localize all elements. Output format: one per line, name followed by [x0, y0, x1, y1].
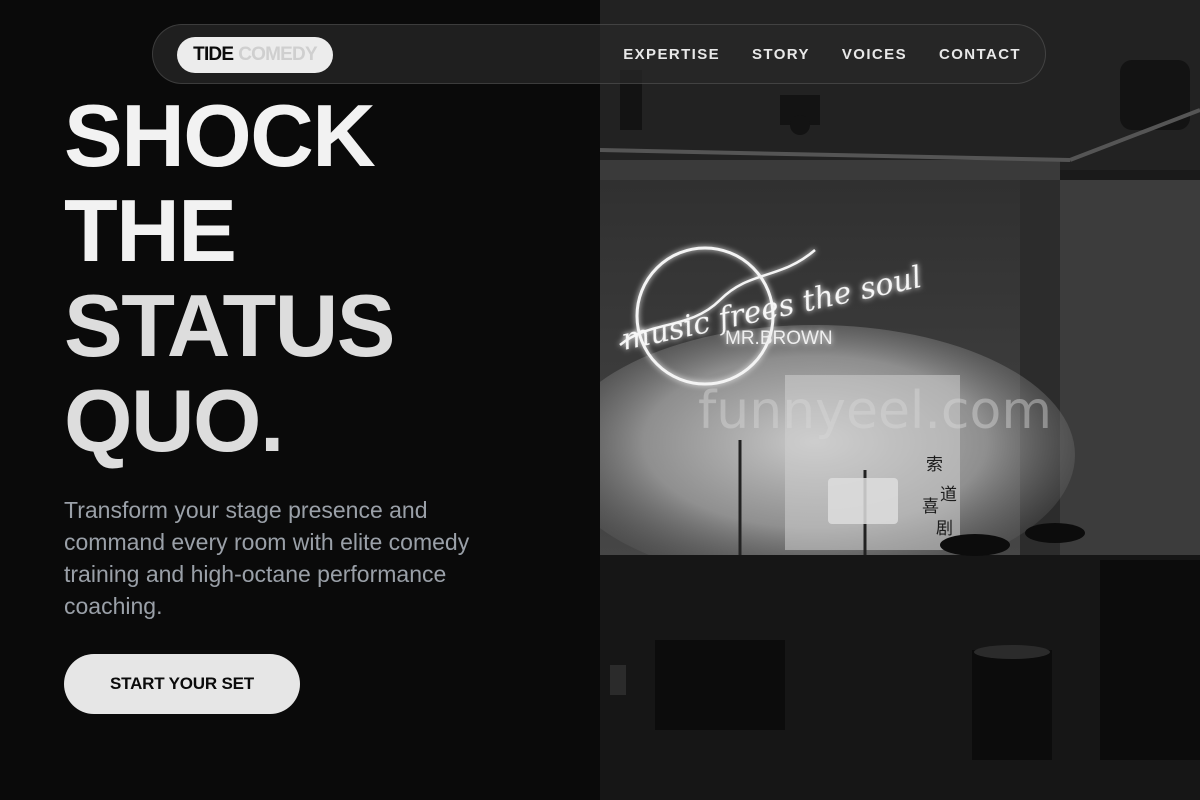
headline-line-2: THE: [64, 181, 237, 280]
nav-link-voices[interactable]: VOICES: [842, 46, 907, 63]
brand-logo[interactable]: TIDE COMEDY: [177, 37, 333, 73]
brand-name-secondary: COMEDY: [238, 44, 317, 65]
headline-line-4: QUO.: [64, 371, 284, 470]
nav-link-expertise[interactable]: EXPERTISE: [623, 46, 720, 63]
nav-link-contact[interactable]: CONTACT: [939, 46, 1021, 63]
nav-links: EXPERTISE STORY VOICES CONTACT: [623, 25, 1021, 83]
neon-name: MR.BROWN: [725, 328, 833, 349]
watermark-text: funnyeel.com: [698, 381, 1052, 441]
banner-char-2: 道: [940, 485, 957, 505]
banner-char-4: 剧: [936, 519, 953, 539]
brand-name-primary: TIDE: [193, 44, 234, 65]
headline-line-3: STATUS: [64, 276, 395, 375]
banner-char-1: 索: [926, 455, 943, 475]
banner-char-3: 喜: [922, 497, 939, 517]
nav-link-story[interactable]: STORY: [752, 46, 810, 63]
hero-headline: SHOCK THE STATUS QUO.: [64, 86, 395, 470]
top-navbar: TIDE COMEDY EXPERTISE STORY VOICES CONTA…: [152, 24, 1046, 84]
hero-subtitle: Transform your stage presence and comman…: [64, 497, 470, 619]
headline-line-1: SHOCK: [64, 86, 376, 185]
start-your-set-button[interactable]: START YOUR SET: [64, 654, 300, 714]
stage-photo: music frees the soul MR.BROWN funnyeel.c…: [600, 0, 1200, 800]
